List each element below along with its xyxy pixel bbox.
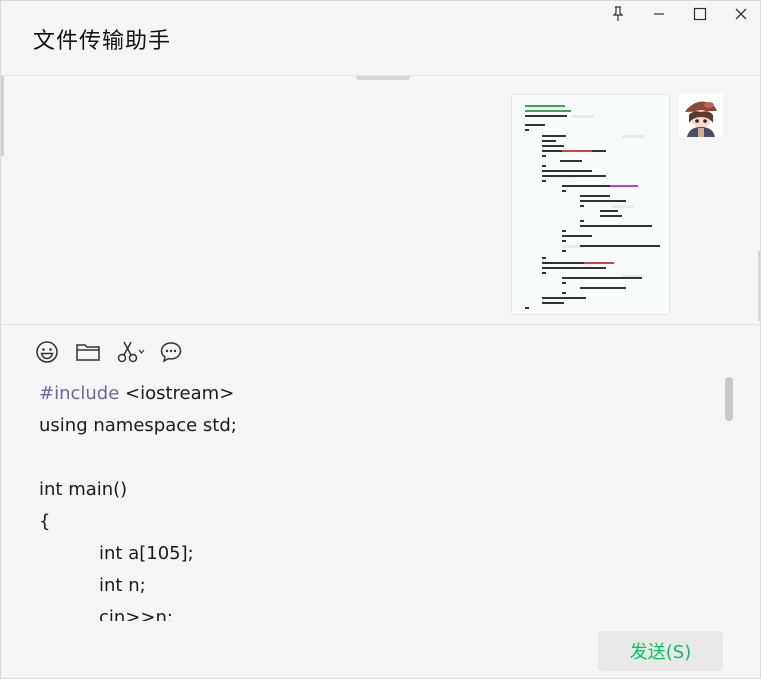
avatar-image	[679, 93, 723, 137]
emoji-icon	[35, 340, 59, 368]
close-button[interactable]	[728, 3, 754, 25]
close-icon	[734, 7, 748, 21]
history-scroll-handle[interactable]	[356, 76, 410, 80]
pin-icon	[611, 6, 625, 22]
code-text: <iostream>	[119, 383, 235, 404]
code-text: int main()	[39, 479, 128, 500]
maximize-button[interactable]	[687, 3, 713, 25]
code-line: #include <iostream>	[39, 383, 234, 404]
chat-window: 文件传输助手 #include <iostream> using namespa…	[0, 0, 761, 679]
left-edge-marker	[1, 76, 4, 156]
chat-title: 文件传输助手	[33, 29, 172, 54]
code-line: using namespace std;	[39, 415, 237, 436]
code-text: using namespace std;	[39, 415, 237, 436]
code-text: int a[105];	[99, 543, 194, 564]
scissors-icon	[116, 340, 146, 368]
avatar[interactable]	[679, 93, 723, 137]
chat-bubble-icon	[159, 340, 183, 368]
code-text: {	[39, 511, 51, 532]
image-message[interactable]	[511, 94, 670, 315]
code-line: int n;	[99, 575, 146, 596]
code-line: cin>>n;	[99, 607, 173, 621]
message-history[interactable]	[1, 76, 760, 325]
folder-icon	[75, 341, 101, 367]
maximize-icon	[693, 7, 707, 21]
right-edge-marker	[758, 251, 760, 321]
screenshot-button[interactable]	[116, 341, 146, 367]
code-text: cin>>n;	[99, 607, 173, 621]
emoji-button[interactable]	[34, 341, 60, 367]
code-line: int a[105];	[99, 543, 194, 564]
input-toolbar	[1, 331, 760, 371]
minimize-button[interactable]	[646, 3, 672, 25]
title-bar: 文件传输助手	[1, 1, 760, 76]
pin-button[interactable]	[605, 3, 631, 25]
message-input[interactable]: #include <iostream> using namespace std;…	[1, 373, 741, 621]
chat-history-button[interactable]	[158, 341, 184, 367]
code-text: int n;	[99, 575, 146, 596]
code-line: int main()	[39, 479, 127, 500]
minimize-icon	[652, 7, 666, 21]
file-button[interactable]	[75, 341, 101, 367]
code-line: {	[39, 511, 50, 532]
code-preprocessor: #include	[39, 383, 120, 404]
send-button[interactable]: 发送(S)	[598, 631, 723, 671]
code-screenshot-image	[512, 95, 669, 314]
editor-scrollbar[interactable]	[725, 377, 733, 421]
